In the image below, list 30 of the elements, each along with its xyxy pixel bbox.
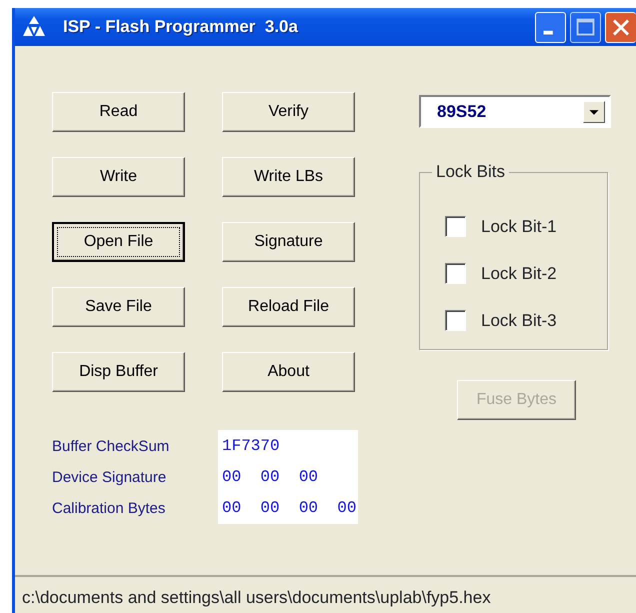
action-button[interactable]: About <box>222 352 355 392</box>
app-icon <box>21 15 47 39</box>
info-value: 00 00 00 <box>221 467 320 488</box>
close-button[interactable] <box>605 12 636 42</box>
minimize-button[interactable] <box>535 12 566 42</box>
device-dropdown[interactable]: 89S52 <box>419 95 611 128</box>
action-button[interactable]: Open File <box>52 222 185 262</box>
action-button[interactable]: Save File <box>52 287 185 327</box>
info-label: Buffer CheckSum <box>52 437 170 457</box>
checkbox-label[interactable]: Lock Bit-3 <box>481 308 557 334</box>
info-label: Device Signature <box>52 468 168 488</box>
info-value: 00 00 00 00 <box>221 498 358 519</box>
info-label: Calibration Bytes <box>52 499 166 519</box>
checkbox-label[interactable]: Lock Bit-1 <box>481 214 557 240</box>
status-bar: c:\documents and settings\all users\documents\uplab\fyp5.hex <box>15 575 636 613</box>
checkbox-label[interactable]: Lock Bit-2 <box>481 260 557 286</box>
dropdown-value: 89S52 <box>436 100 488 123</box>
action-button[interactable]: Write <box>52 157 185 197</box>
action-button[interactable]: Write LBs <box>222 157 355 197</box>
action-button[interactable]: Signature <box>222 222 355 262</box>
action-button[interactable]: Read <box>52 92 185 132</box>
maximize-button[interactable] <box>570 12 601 42</box>
window-title: ISP - Flash Programmer 3.0a <box>63 16 299 38</box>
action-button[interactable]: Reload File <box>222 287 355 327</box>
checkbox[interactable] <box>445 263 466 284</box>
checkbox[interactable] <box>445 216 466 237</box>
action-button[interactable]: Verify <box>222 92 355 132</box>
action-button[interactable]: Disp Buffer <box>52 352 185 392</box>
checkbox[interactable] <box>445 310 466 331</box>
info-value: 1F7370 <box>221 436 281 457</box>
